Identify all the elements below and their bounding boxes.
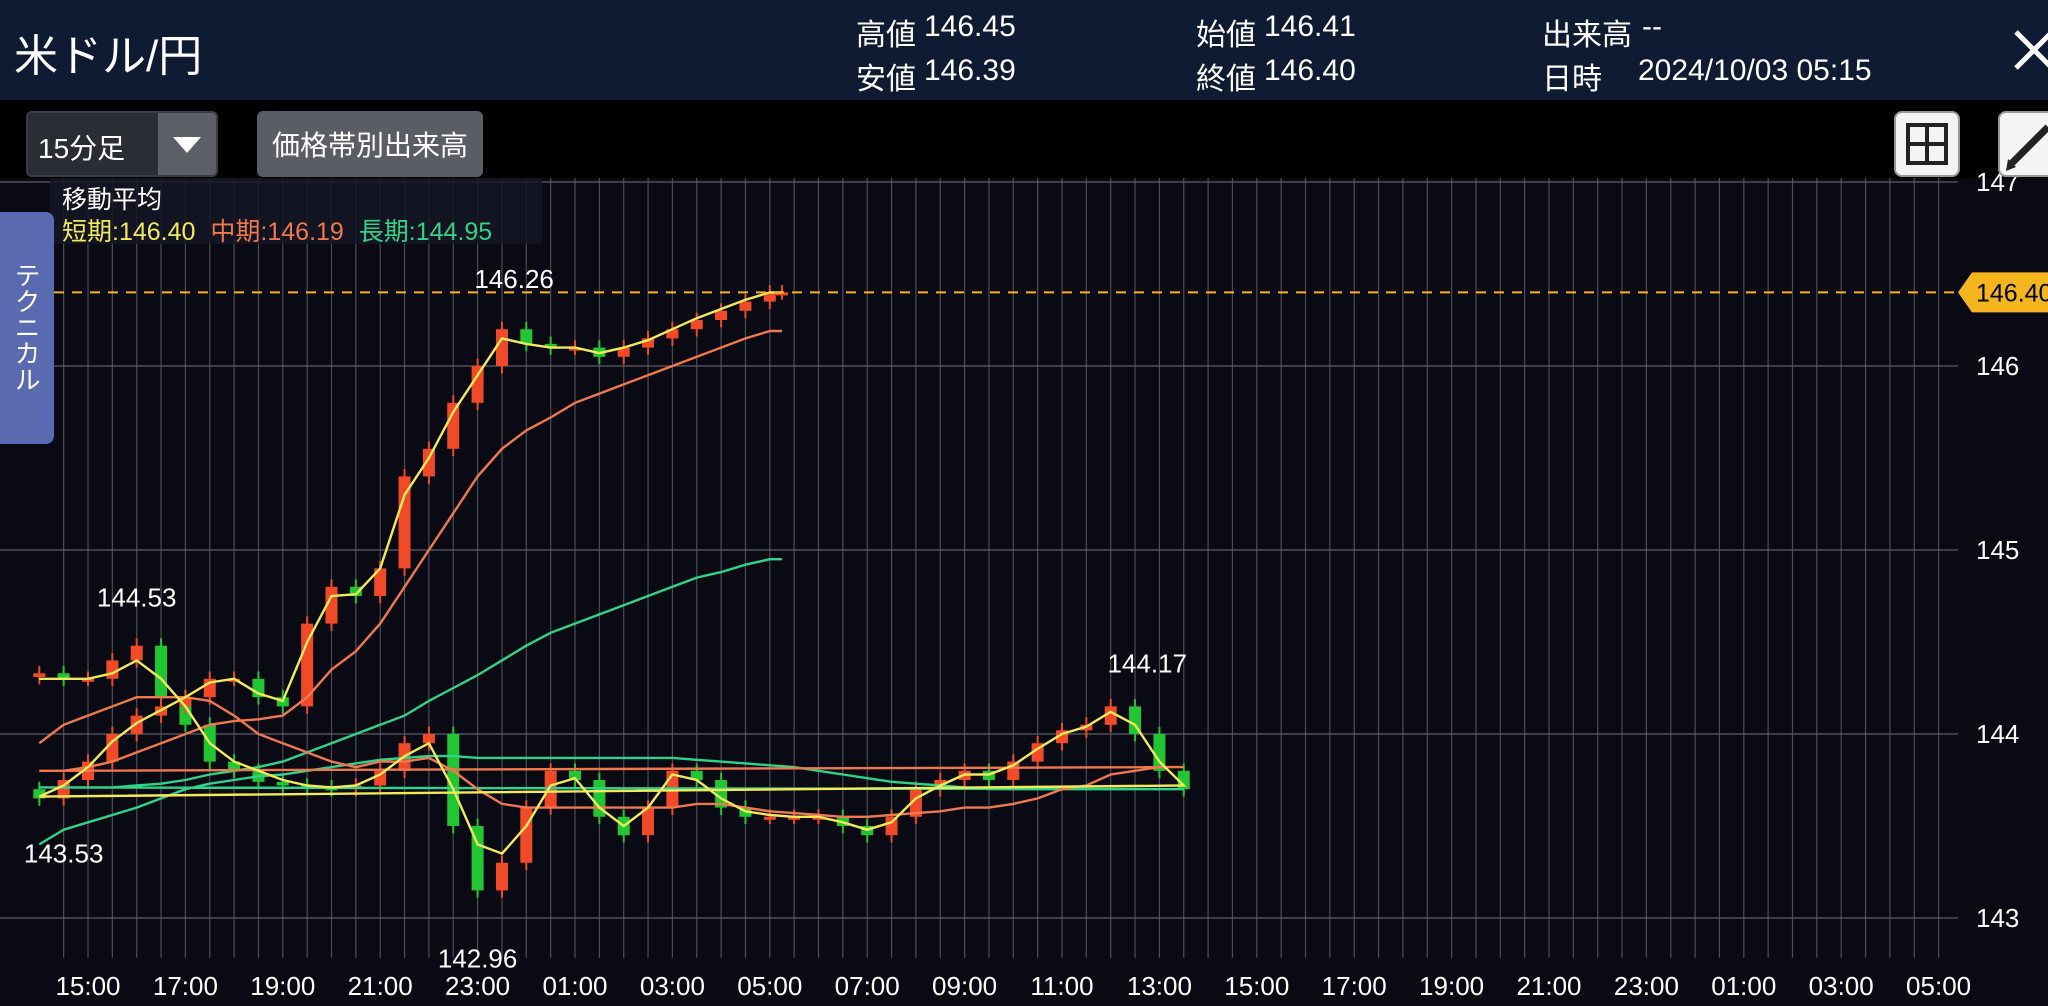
candle-body <box>520 807 533 863</box>
y-tick-label: 145 <box>1976 535 2019 565</box>
ma-legend-title: 移動平均 <box>62 186 163 214</box>
price-annotation: 142.96 <box>438 943 518 973</box>
ma-mid-value: 146.19 <box>267 218 344 246</box>
price-annotation: 146.26 <box>474 264 554 294</box>
plot-area <box>0 178 1958 958</box>
candle-body <box>155 645 168 698</box>
x-tick-label: 11:00 <box>1030 971 1093 1001</box>
candle-body <box>739 301 752 311</box>
current-price-label: 146.40 <box>1976 279 2048 307</box>
x-tick-label: 05:00 <box>737 971 802 1001</box>
candle-body <box>106 660 119 679</box>
y-tick-label: 143 <box>1976 903 2019 933</box>
candle-body <box>495 329 508 366</box>
layout-button[interactable] <box>1894 111 1960 177</box>
x-tick-label: 03:00 <box>1809 971 1874 1001</box>
x-tick-label: 13:00 <box>1127 971 1192 1001</box>
x-tick-label: 05:00 <box>1906 971 1971 1001</box>
x-tick-label: 21:00 <box>348 971 413 1001</box>
x-tick-label: 17:00 <box>1322 971 1387 1001</box>
x-tick-label: 23:00 <box>1614 971 1679 1001</box>
candle-body <box>471 366 484 403</box>
candle-body <box>520 329 533 344</box>
ma-long-label: 長期 <box>358 218 409 246</box>
x-tick-label: 19:00 <box>250 971 315 1001</box>
price-annotation: 144.17 <box>1107 649 1187 679</box>
grid-layout-icon <box>1906 123 1948 165</box>
x-tick-label: 15:00 <box>1224 971 1289 1001</box>
timeframe-select[interactable]: 15分足 <box>26 111 218 177</box>
ma-mid-label: 中期 <box>210 218 261 246</box>
volume-profile-button[interactable]: 価格帯別出来高 <box>257 111 483 177</box>
x-tick-label: 07:00 <box>835 971 900 1001</box>
x-tick-label: 01:00 <box>1711 971 1776 1001</box>
x-tick-label: 09:00 <box>932 971 997 1001</box>
candle-body <box>495 862 508 891</box>
candle-body <box>130 645 143 661</box>
ma-short-label: 短期 <box>62 218 113 246</box>
x-tick-label: 19:00 <box>1419 971 1484 1001</box>
candle-body <box>276 781 289 786</box>
chevron-down-icon <box>158 113 216 175</box>
x-tick-label: 15:00 <box>55 971 120 1001</box>
candle-body <box>33 673 46 677</box>
price-annotation: 143.53 <box>24 838 104 868</box>
y-tick-label: 144 <box>1976 719 2019 749</box>
pencil-icon <box>2006 124 2048 171</box>
ma-long-value: 144.95 <box>415 218 493 246</box>
price-annotation: 144.53 <box>97 582 177 612</box>
candle-body <box>715 310 728 320</box>
ma-short-value: 146.40 <box>118 218 196 246</box>
candle-body <box>763 816 776 820</box>
technical-tab-label: テクニカル <box>11 262 41 392</box>
x-tick-label: 03:00 <box>640 971 705 1001</box>
candle-body <box>447 402 460 449</box>
y-tick-label: 146 <box>1976 351 2019 381</box>
timeframe-label: 15分足 <box>38 133 126 164</box>
x-tick-label: 23:00 <box>445 971 510 1001</box>
technical-tab[interactable]: テクニカル <box>0 212 54 444</box>
x-tick-label: 01:00 <box>542 971 607 1001</box>
x-tick-label: 17:00 <box>153 971 218 1001</box>
ma-legend: 移動平均 短期:146.40 中期:146.19 長期:144.95 <box>50 178 542 246</box>
draw-button[interactable] <box>1998 111 2048 177</box>
x-tick-label: 21:00 <box>1516 971 1581 1001</box>
candle-body <box>422 734 435 744</box>
